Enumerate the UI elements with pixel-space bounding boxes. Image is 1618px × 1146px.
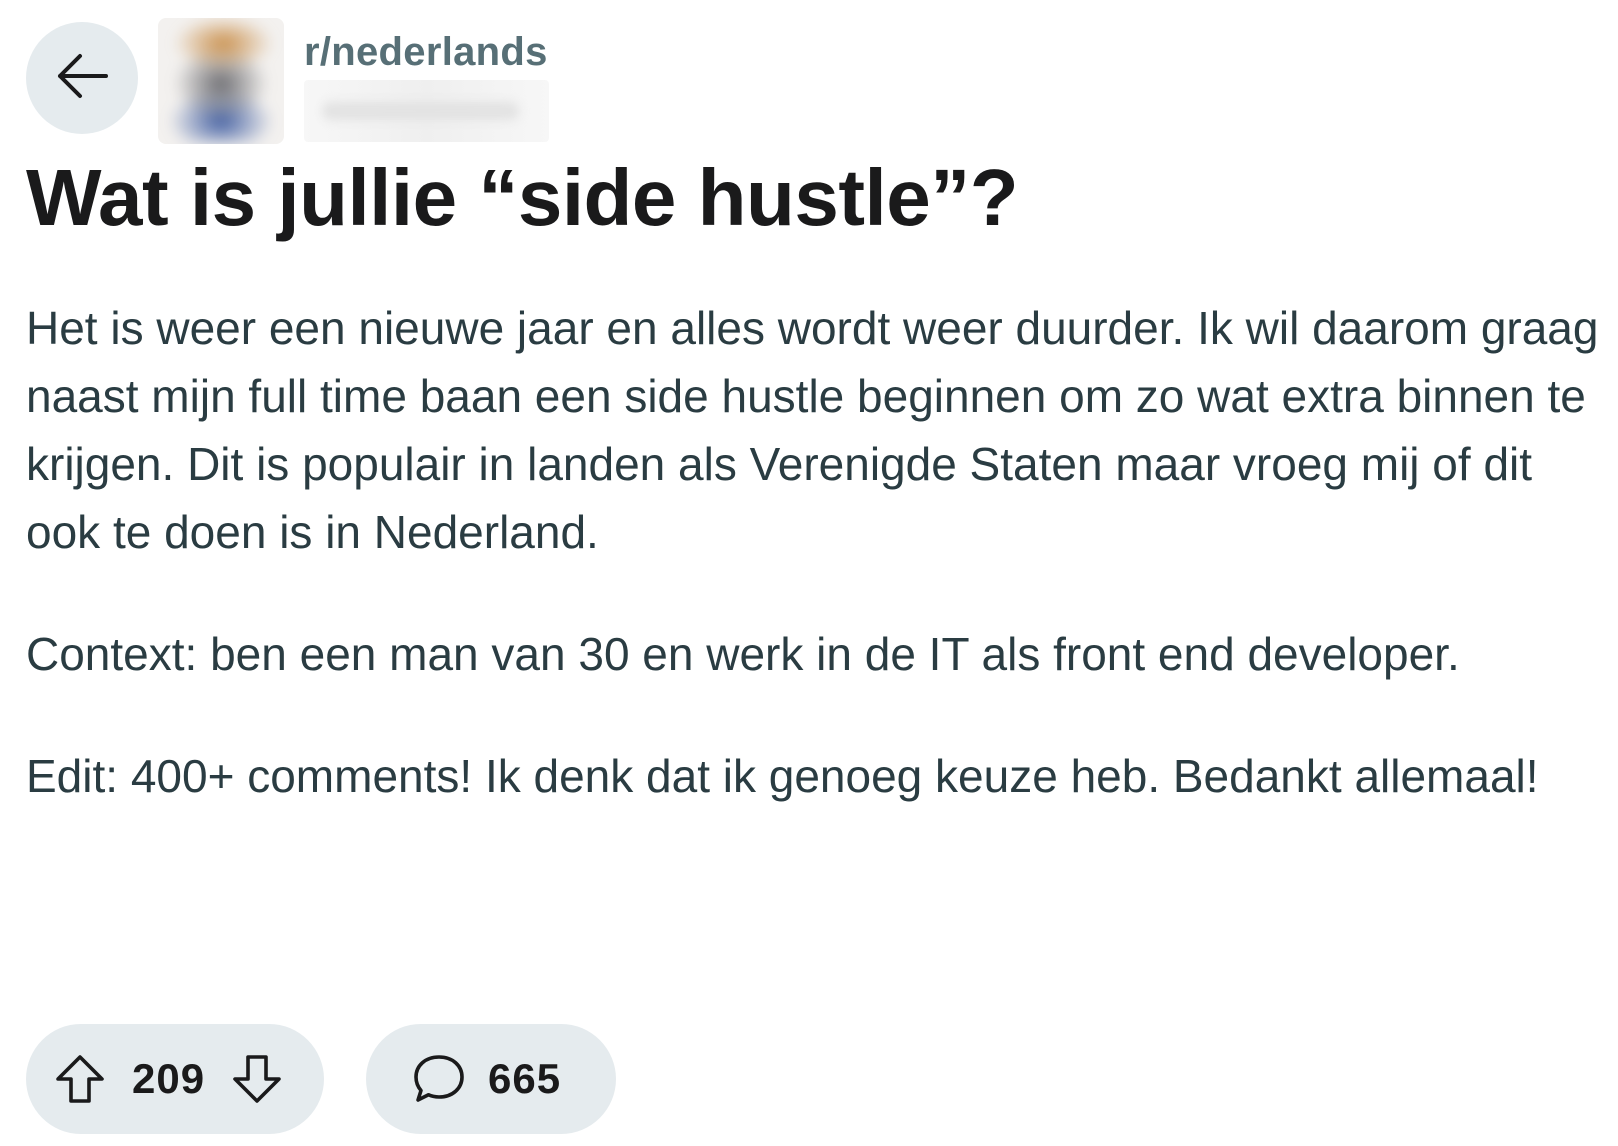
avatar-image-obscured: [158, 18, 284, 144]
post-paragraph: Edit: 400+ comments! Ik denk dat ik geno…: [26, 750, 1539, 802]
username-obscured[interactable]: [304, 80, 549, 142]
arrow-left-icon: [54, 48, 110, 109]
comment-count: 665: [488, 1055, 562, 1102]
post-paragraph: Context: ben een man van 30 en werk in d…: [26, 628, 1460, 680]
vote-pill: 209: [26, 1024, 324, 1134]
arrow-up-icon[interactable]: [54, 1053, 106, 1105]
post-body: Het is weer een nieuwe jaar en alles wor…: [26, 294, 1611, 864]
post-title: Wat is jullie “side hustle”?: [26, 153, 1019, 242]
post-paragraph: Het is weer een nieuwe jaar en alles wor…: [26, 302, 1599, 558]
arrow-down-icon[interactable]: [231, 1053, 283, 1105]
back-button[interactable]: [26, 22, 138, 134]
post-actions: 209 665: [26, 1024, 616, 1134]
post-header: r/nederlands: [26, 18, 549, 144]
post-meta: r/nederlands: [304, 18, 549, 142]
vote-count: 209: [132, 1055, 206, 1102]
subreddit-name[interactable]: r/nederlands: [304, 32, 549, 72]
speech-bubble-icon: [412, 1053, 466, 1105]
author-avatar[interactable]: [158, 18, 284, 144]
comments-button[interactable]: 665: [366, 1024, 616, 1134]
